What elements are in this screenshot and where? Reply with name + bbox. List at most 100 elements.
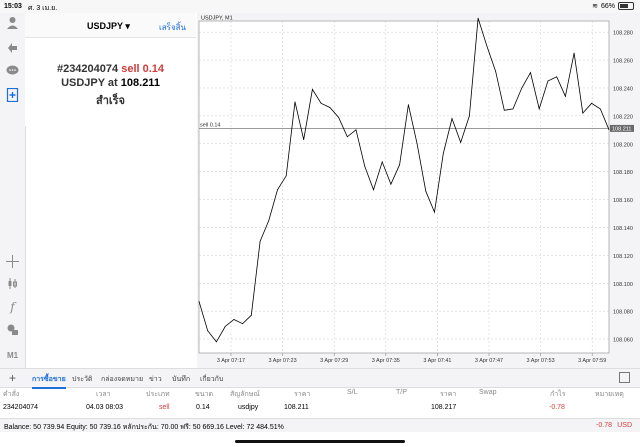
price-point: [451, 118, 453, 120]
new-order-icon[interactable]: [5, 87, 20, 103]
row-price: 108.211: [284, 404, 309, 411]
y-tick-label: 108.200: [613, 142, 633, 148]
y-tick-label: 108.160: [613, 198, 633, 204]
price-point: [399, 164, 401, 166]
price-point: [442, 153, 444, 154]
terminal-tabs: + การซื้อขาย ประวัติ กล่องจดหมาย ข่าว บั…: [0, 368, 640, 389]
order-side: sell 0.14: [121, 63, 165, 75]
col-tp: T/P: [396, 389, 407, 396]
tab-news[interactable]: ข่าว: [149, 374, 162, 385]
y-tick-label: 108.220: [613, 114, 633, 120]
chart-svg[interactable]: 108.060 108.080 108.100 108.120 108.140 108.1…: [197, 13, 640, 368]
x-tick-label: 3 Apr 07:59: [578, 358, 606, 364]
price-point: [573, 52, 575, 54]
col-symbol: สัญลักษณ์: [230, 391, 260, 398]
order-summary-line2: USDJPY at 108.211: [25, 77, 196, 89]
price-chart[interactable]: 108.060 108.080 108.100 108.120 108.140 108.1…: [197, 13, 640, 368]
price-point: [512, 108, 514, 110]
price-point: [373, 189, 374, 191]
row-size: 0.14: [196, 404, 210, 411]
chat-icon[interactable]: [5, 64, 20, 79]
y-tick-label: 108.060: [613, 338, 633, 344]
price-point: [390, 183, 392, 185]
candles-icon[interactable]: [5, 277, 20, 292]
y-tick-label: 108.140: [613, 226, 633, 232]
y-tick-label: 108.240: [613, 86, 633, 92]
order-price: 108.211: [120, 77, 160, 89]
tab-journal[interactable]: บันทึก: [172, 374, 190, 385]
price-point: [407, 104, 409, 106]
x-tick-label: 3 Apr 07:47: [475, 358, 503, 364]
objects-icon[interactable]: [5, 323, 20, 338]
x-tick-label: 3 Apr 07:35: [372, 358, 400, 364]
price-point: [495, 70, 496, 72]
crosshair-icon[interactable]: [5, 255, 20, 270]
price-point: [538, 108, 540, 110]
order-level-label: sell 0.14: [200, 122, 221, 128]
price-point: [303, 139, 305, 140]
user-icon[interactable]: [5, 16, 20, 31]
col-type: ประเภท: [146, 391, 170, 398]
price-point: [521, 87, 523, 89]
price-point: [608, 129, 610, 131]
price-point: [198, 300, 200, 302]
price-point: [460, 141, 462, 143]
order-summary-line1: #234204074 sell 0.14: [25, 63, 196, 75]
symbol-selector[interactable]: USDJPY ▾: [87, 21, 130, 32]
price-point: [285, 175, 287, 177]
current-price-label: 108.211: [612, 126, 631, 132]
col-price: ราคา: [294, 391, 311, 398]
order-at-text: USDJPY at: [61, 77, 118, 89]
price-point: [259, 241, 261, 242]
battery-percent: 66%: [600, 2, 615, 10]
price-point: [591, 102, 592, 104]
price-point: [207, 330, 209, 332]
panel-header: USDJPY ▾ เสร็จสิ้น: [25, 13, 196, 38]
trade-icon[interactable]: [5, 40, 20, 55]
indicator-icon[interactable]: f: [5, 300, 20, 315]
x-tick-label: 3 Apr 07:53: [527, 358, 555, 364]
y-tick-label: 108.180: [613, 170, 633, 176]
tab-mailbox[interactable]: กล่องจดหมาย: [101, 374, 143, 385]
price-point: [477, 17, 479, 19]
row-profit: -0.78: [549, 404, 565, 411]
done-button[interactable]: เสร็จสิ้น: [159, 21, 186, 34]
y-tick-label: 108.120: [613, 254, 633, 260]
price-point: [599, 108, 601, 110]
price-point: [312, 88, 313, 90]
total-profit: -0.78: [596, 422, 612, 429]
tab-about[interactable]: เกี่ยวกับ: [200, 374, 223, 385]
price-point: [556, 76, 558, 78]
price-point: [346, 136, 348, 138]
price-point: [469, 115, 470, 117]
price-point: [329, 107, 331, 108]
trade-table-header: คำสั่ง เวลา ประเภท ขนาด สัญลักษณ์ ราคา S…: [0, 387, 640, 400]
price-point: [582, 112, 584, 114]
price-point: [564, 95, 566, 97]
col-current-price: ราคา: [440, 391, 457, 398]
price-point: [216, 341, 217, 343]
table-row[interactable]: 234204074 04.03 08:03 sell 0.14 usdjpy 1…: [0, 402, 640, 415]
add-icon[interactable]: +: [9, 371, 16, 385]
chart-plot-area: [198, 20, 610, 354]
wifi-icon: ≋: [592, 3, 598, 10]
home-indicator[interactable]: [235, 440, 405, 443]
symbol-label: USDJPY: [87, 21, 123, 31]
x-tick-label: 3 Apr 07:29: [320, 358, 348, 364]
chart-title: USDJPY, M1: [201, 16, 233, 22]
x-tick-label: 3 Apr 07:41: [423, 358, 451, 364]
tab-history[interactable]: ประวัติ: [72, 374, 92, 385]
price-point: [486, 45, 488, 47]
y-tick-label: 108.280: [613, 31, 633, 37]
order-status: สำเร็จ: [95, 95, 125, 107]
tab-trade[interactable]: การซื้อขาย: [32, 374, 66, 389]
price-point: [364, 165, 366, 167]
price-point: [242, 323, 244, 325]
price-point: [338, 116, 339, 118]
order-id: #234204074: [56, 63, 119, 75]
col-sl: S/L: [347, 389, 358, 396]
timeframe-button[interactable]: M1: [5, 348, 20, 363]
price-point: [250, 314, 252, 316]
balance-bar: Balance: 50 739.94 Equity: 50 739.16 หลั…: [0, 418, 640, 432]
expand-icon[interactable]: [619, 372, 630, 383]
